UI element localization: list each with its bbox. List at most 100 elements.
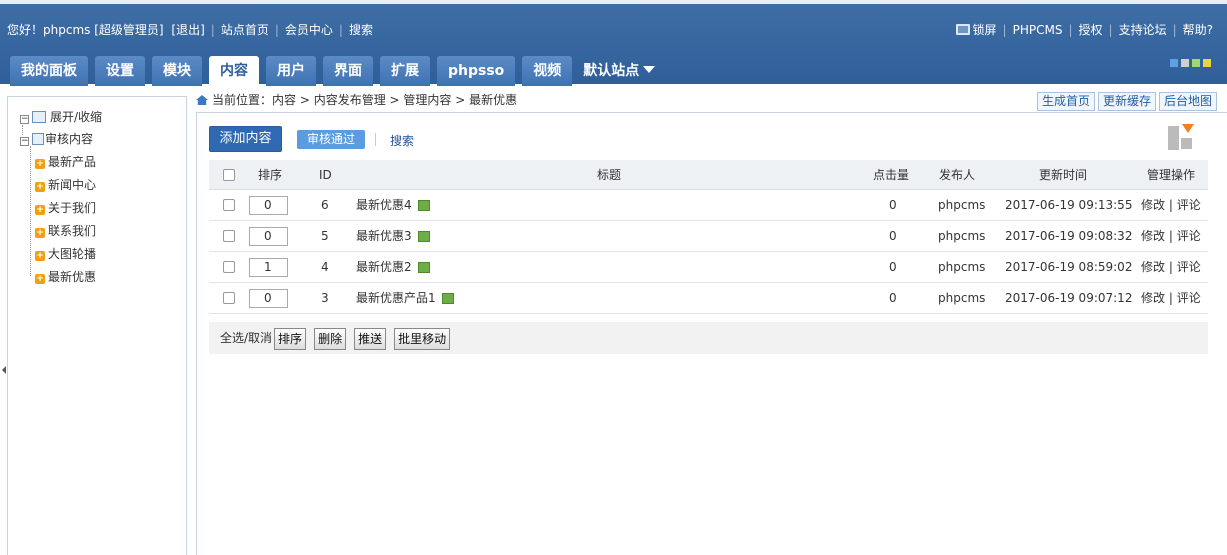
- add-content-button[interactable]: 添加内容: [209, 126, 282, 152]
- separator: |: [338, 23, 343, 37]
- plus-icon: +: [35, 228, 45, 238]
- comment-link[interactable]: 评论: [1177, 229, 1201, 243]
- collapse-icon: −: [20, 136, 29, 146]
- skin-swatch[interactable]: [1181, 59, 1189, 67]
- tab-video[interactable]: 视频: [522, 56, 573, 86]
- logout-link[interactable]: [退出]: [171, 20, 204, 40]
- tab-content[interactable]: 内容: [209, 56, 259, 88]
- sort-button[interactable]: 排序: [274, 327, 307, 350]
- license-link[interactable]: 授权: [1079, 23, 1103, 37]
- site-select-label: 默认站点: [583, 63, 640, 79]
- skin-swatch[interactable]: [1192, 59, 1200, 67]
- edit-link[interactable]: 修改: [1141, 198, 1165, 212]
- image-icon: [417, 262, 430, 273]
- tree-item[interactable]: + 联系我们: [35, 223, 96, 239]
- order-input[interactable]: 0: [249, 196, 288, 215]
- update-cache-button[interactable]: 更新缓存: [1097, 92, 1156, 111]
- lock-screen-link[interactable]: 锁屏: [973, 23, 997, 37]
- row-time: 2017-06-19 09:13:55: [1005, 198, 1133, 212]
- skin-swatch[interactable]: [1203, 59, 1211, 67]
- delete-button[interactable]: 删除: [314, 327, 347, 350]
- layout-toggle-icon[interactable]: [1168, 124, 1196, 150]
- tab-users[interactable]: 用户: [266, 56, 316, 86]
- row-ops: 修改 | 评论: [1141, 260, 1201, 274]
- order-input[interactable]: 0: [249, 227, 288, 246]
- tab-panel[interactable]: 我的面板: [10, 56, 88, 86]
- title-link[interactable]: 最新优惠2: [356, 260, 412, 274]
- comment-link[interactable]: 评论: [1177, 291, 1201, 305]
- skin-swatch[interactable]: [1170, 59, 1178, 67]
- sidebar-collapse-icon[interactable]: [2, 366, 6, 374]
- skin-switcher: [1167, 56, 1211, 70]
- title-link[interactable]: 最新优惠4: [356, 198, 412, 212]
- batch-move-button[interactable]: 批里移动: [394, 327, 451, 350]
- generate-home-button[interactable]: 生成首页: [1036, 92, 1095, 111]
- separator: |: [1172, 23, 1177, 37]
- order-input-wrap: 1: [249, 252, 288, 282]
- tree-toggle[interactable]: − 展开/收缩: [20, 109, 102, 125]
- col-ops: 管理操作: [1147, 168, 1196, 182]
- table-row: 0 5 最新优惠3 0 phpcms 2017-06-19 09:08:32 修…: [209, 221, 1208, 252]
- row-time: 2017-06-19 08:59:02: [1005, 260, 1133, 274]
- row-checkbox[interactable]: [223, 283, 235, 313]
- row-hits: 0: [889, 198, 897, 212]
- arrow-down-icon: [1182, 124, 1194, 133]
- tree-item[interactable]: + 最新优惠: [35, 269, 96, 285]
- comment-link[interactable]: 评论: [1177, 198, 1201, 212]
- tab-modules[interactable]: 模块: [152, 56, 202, 86]
- edit-link[interactable]: 修改: [1141, 260, 1165, 274]
- category-tree: − 展开/收缩 − 审核内容 + 最新产品 + 新闻中心 + 关于我们 + 联系我们 + 大图…: [7, 96, 187, 555]
- row-checkbox[interactable]: [223, 252, 235, 282]
- order-input-wrap: 0: [249, 190, 288, 220]
- col-id: ID: [319, 168, 332, 182]
- search-link[interactable]: 搜索: [390, 132, 414, 149]
- tab-settings[interactable]: 设置: [95, 56, 145, 86]
- site-select[interactable]: 默认站点: [579, 56, 659, 86]
- tree-item-label: 联系我们: [48, 224, 97, 238]
- tree-line: [30, 146, 31, 276]
- home-icon: [196, 95, 208, 105]
- breadcrumb: 当前位置：内容 > 内容发布管理 > 管理内容 > 最新优惠 生成首页 更新缓存后…: [196, 88, 1227, 112]
- search-link[interactable]: 搜索: [349, 20, 373, 40]
- tree-item[interactable]: + 最新产品: [35, 154, 96, 170]
- site-home-link[interactable]: 站点首页: [221, 20, 269, 40]
- col-order: 排序: [258, 168, 283, 182]
- tab-phpsso[interactable]: phpsso: [437, 56, 516, 86]
- row-time: 2017-06-19 09:08:32: [1005, 229, 1133, 243]
- edit-link[interactable]: 修改: [1141, 229, 1165, 243]
- title-link[interactable]: 最新优惠产品1: [356, 291, 436, 305]
- forum-link[interactable]: 支持论坛: [1119, 23, 1167, 37]
- caret-down-icon: [643, 66, 656, 73]
- grid-block: [1181, 138, 1192, 149]
- tree-item[interactable]: + 大图轮播: [35, 246, 96, 262]
- select-all-toggle[interactable]: 全选/取消: [220, 331, 272, 345]
- title-link[interactable]: 最新优惠3: [356, 229, 412, 243]
- breadcrumb-path: 内容 > 内容发布管理 > 管理内容 > 最新优惠: [272, 93, 518, 107]
- folder-icon: [32, 111, 46, 123]
- checkbox: [223, 230, 235, 242]
- order-input[interactable]: 1: [249, 258, 288, 277]
- row-checkbox[interactable]: [223, 190, 235, 220]
- tab-interface[interactable]: 界面: [323, 56, 373, 86]
- tab-extensions[interactable]: 扩展: [380, 56, 430, 86]
- help-link[interactable]: 帮助?: [1183, 23, 1213, 37]
- member-center-link[interactable]: 会员中心: [285, 20, 333, 40]
- row-checkbox[interactable]: [223, 221, 235, 251]
- audit-approved-button[interactable]: 审核通过: [297, 130, 366, 149]
- tree-root[interactable]: − 审核内容: [20, 131, 93, 147]
- monitor-icon: [32, 133, 44, 145]
- tree-item[interactable]: + 关于我们: [35, 200, 96, 216]
- site-map-button[interactable]: 后台地图: [1158, 92, 1217, 111]
- plus-icon: +: [35, 274, 45, 284]
- row-author: phpcms: [938, 198, 986, 212]
- order-input[interactable]: 0: [249, 289, 288, 308]
- table-row: 0 6 最新优惠4 0 phpcms 2017-06-19 09:13:55 修…: [209, 190, 1208, 221]
- push-button[interactable]: 推送: [354, 327, 387, 350]
- row-hits: 0: [889, 260, 897, 274]
- content-table: 排序 ID 标题 点击量 发布人 更新时间 管理操作 0 6 最新优惠4 0 p…: [209, 160, 1208, 314]
- edit-link[interactable]: 修改: [1141, 291, 1165, 305]
- order-input-wrap: 0: [249, 221, 288, 251]
- comment-link[interactable]: 评论: [1177, 260, 1201, 274]
- tree-item[interactable]: + 新闻中心: [35, 177, 96, 193]
- select-all-checkbox[interactable]: [223, 160, 235, 190]
